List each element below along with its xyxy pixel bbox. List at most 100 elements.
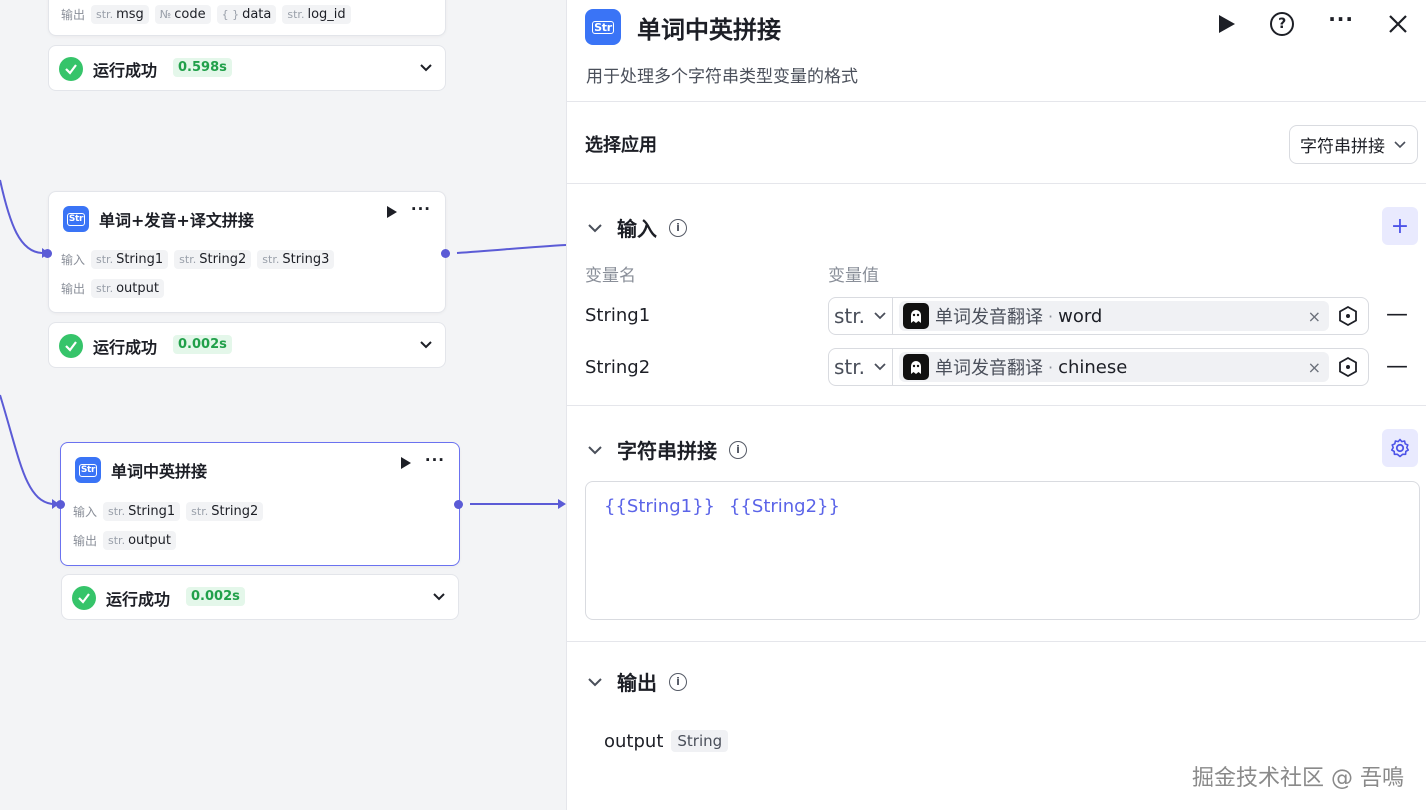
info-icon[interactable]: i [669,218,687,237]
node-concat-cn-en[interactable]: Str 单词中英拼接 ··· 输入 str. String1 str. String… [60,442,460,566]
play-icon[interactable] [1218,14,1236,34]
output-port-dot[interactable] [454,500,463,509]
chevron-down-icon[interactable] [587,222,603,234]
concat-template-editor[interactable]: {{String1}} {{String2}} [585,481,1420,620]
run-status-top[interactable]: 运行成功 0.598s [48,45,446,91]
status-duration: 0.598s [173,58,232,77]
node-config-panel: Str 单词中英拼接 ? ··· 用于处理多个字符串类型变量的格式 选择应用 字… [566,0,1426,810]
help-icon[interactable]: ? [1270,12,1295,36]
output-ports: 输出 str. msg № code { } data str. log_id [61,5,351,24]
column-header-value: 变量值 [828,266,879,286]
variable-picker-icon[interactable] [1337,305,1359,327]
remove-input-button[interactable]: — [1386,302,1408,327]
check-circle-icon [59,57,83,81]
variable-name: String1 [585,305,651,326]
type-value: str. [833,304,865,328]
input-section-header[interactable]: 输入 i [587,213,687,242]
variable-value-field[interactable]: str. 单词发音翻译 · chinese × [828,348,1369,386]
output-chip-msg: str. msg [91,5,149,24]
clear-icon[interactable]: × [1308,307,1321,326]
output-chip-output: str. output [103,531,176,550]
ghost-avatar-icon [903,354,929,380]
output-chip-code: № code [154,5,211,24]
concat-settings-button[interactable] [1382,429,1418,467]
edges-layer [0,179,566,509]
concat-section-header[interactable]: 字符串拼接 i [587,435,747,464]
play-icon[interactable] [386,206,397,218]
edge-into-concat-cn-en [0,394,53,505]
run-status-concat-cn-en[interactable]: 运行成功 0.002s [61,574,459,620]
column-header-name: 变量名 [585,266,636,286]
more-icon[interactable]: ··· [411,200,431,218]
input-ports: 输入 str. String1 str. String2 str. String3 [61,250,335,269]
node-concat-three[interactable]: Str 单词+发音+译文拼接 ··· 输入 str. String1 str. St… [48,191,446,313]
plus-icon: + [1390,213,1410,239]
reference-separator: · [1048,357,1054,377]
input-label: 输入 [73,505,98,519]
info-icon[interactable]: i [669,672,687,691]
panel-description[interactable]: 用于处理多个字符串类型变量的格式 [586,62,858,87]
input-section-title: 输入 [617,217,657,241]
type-selector[interactable]: str. [829,298,893,334]
variable-reference-tag[interactable]: 单词发音翻译 · chinese × [899,352,1329,382]
input-port-dot[interactable] [56,500,65,509]
node-header: Str 单词+发音+译文拼接 [63,206,254,232]
add-input-button[interactable]: + [1382,207,1418,245]
type-selector[interactable]: str. [829,349,893,385]
clear-icon[interactable]: × [1308,358,1321,377]
variable-value-field[interactable]: str. 单词发音翻译 · word × [828,297,1369,335]
chevron-down-icon[interactable] [432,592,446,602]
input-port-dot[interactable] [43,249,52,258]
output-ports: 输出 str. output [61,279,164,298]
output-section-header[interactable]: 输出 i [587,667,687,696]
output-label: 输出 [73,534,98,548]
output-port-dot[interactable] [441,249,450,258]
panel-actions: ? ··· [1218,7,1408,36]
more-icon[interactable]: ··· [425,451,445,469]
node-actions: ··· [400,451,445,469]
variable-name: String2 [585,357,651,378]
workflow-canvas[interactable]: 输出 str. msg № code { } data str. log_id 运行成功… [0,0,566,810]
chevron-down-icon[interactable] [419,63,433,73]
variable-picker-icon[interactable] [1337,356,1359,378]
more-icon[interactable]: ··· [1328,7,1354,31]
status-duration: 0.002s [186,587,245,606]
watermark: 掘金技术社区 @ 吾鳴 [1192,766,1404,791]
panel-title[interactable]: 单词中英拼接 [637,10,781,45]
status-text: 运行成功 [93,338,158,357]
output-variable: output String [604,730,729,752]
template-token: {{String1}} [604,496,715,517]
input-chip-string2: str. String2 [186,502,264,521]
node-top-partial[interactable]: 输出 str. msg № code { } data str. log_id [48,0,446,36]
reference-separator: · [1048,306,1054,326]
remove-input-button[interactable]: — [1386,354,1408,379]
check-circle-icon [59,334,83,358]
variable-reference-tag[interactable]: 单词发音翻译 · word × [899,301,1329,331]
run-status-concat-three[interactable]: 运行成功 0.002s [48,322,446,368]
select-app-dropdown[interactable]: 字符串拼接 [1289,125,1418,164]
chevron-down-icon[interactable] [419,340,433,350]
output-type-badge: String [671,730,729,752]
info-icon[interactable]: i [729,440,747,459]
play-icon[interactable] [400,457,411,469]
divider [567,101,1426,102]
reference-source: 单词发音翻译 [935,307,1043,328]
status-text: 运行成功 [106,590,171,609]
string-node-icon: Str [63,206,89,232]
input-chip-string2: str. String2 [174,250,252,269]
chevron-down-icon[interactable] [587,444,603,456]
node-title: 单词+发音+译文拼接 [99,211,254,230]
output-label: 输出 [61,8,86,22]
chevron-down-icon[interactable] [587,676,603,688]
gear-icon [1391,438,1409,458]
output-chip-data: { } data [216,5,277,24]
type-value: str. [833,355,865,379]
output-ports: 输出 str. output [73,531,176,550]
status-text: 运行成功 [93,61,158,80]
panel-header: Str 单词中英拼接 [585,9,781,45]
edge-arrow [558,499,566,509]
close-icon[interactable] [1388,14,1408,34]
status-duration: 0.002s [173,335,232,354]
concat-section-title: 字符串拼接 [617,439,717,463]
input-label: 输入 [61,253,86,267]
